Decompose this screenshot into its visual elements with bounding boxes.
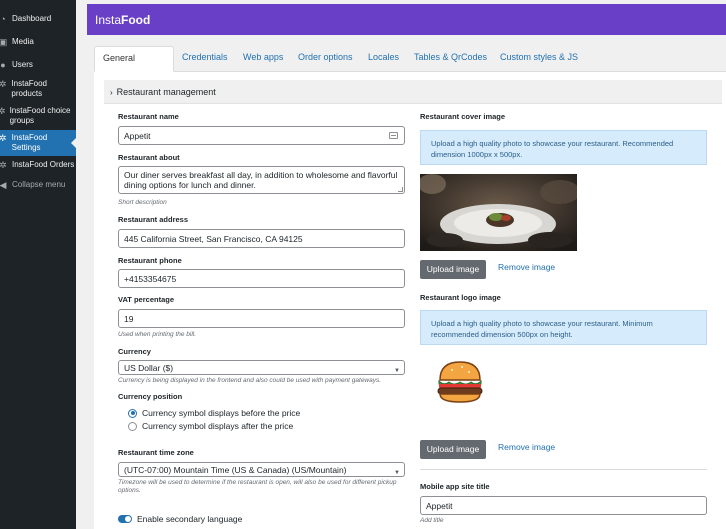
timezone-value: (UTC-07:00) Mountain Time (US & Canada) … [124,465,347,475]
restaurant-phone-label: Restaurant phone [118,256,182,265]
timezone-help: Timezone will be used to determine if th… [118,479,397,494]
restaurant-about-value: Our diner serves breakfast all day, in a… [124,170,398,190]
currency-select[interactable]: US Dollar ($) ▼ [118,360,405,375]
collapse-icon: ◀ [0,180,7,190]
currency-position-label: Currency position [118,392,183,401]
gear-icon: ✲ [0,160,7,170]
upload-logo-image-button[interactable]: Upload image [420,440,486,459]
chevron-right-icon: › [110,88,113,97]
brand-light: Insta [95,13,122,27]
sidebar-item-label: InstaFood Orders [12,160,75,169]
sidebar-item-label: Dashboard [12,14,52,23]
logo-image-preview [436,360,484,406]
tab-order-options[interactable]: Order options [290,46,361,72]
mobile-site-title-value: Appetit [426,501,453,511]
currency-position-after-option[interactable]: Currency symbol displays after the price [128,421,293,431]
dashboard-icon: ◔ [0,14,6,24]
restaurant-phone-input[interactable]: +4153354675 [118,269,405,288]
settings-tabs: General settings Credentials Web apps Or… [94,46,726,85]
currency-position-before-label: Currency symbol displays before the pric… [142,408,301,418]
gear-icon: ✲ [0,133,7,143]
mobile-site-title-help: Add title [420,517,444,524]
secondary-language-toggle[interactable] [118,515,132,523]
sidebar-item-instafood-settings[interactable]: ✲ InstaFood Settings [0,130,76,156]
upload-cover-image-button[interactable]: Upload image [420,260,486,279]
vat-percentage-input[interactable]: 19 [118,309,405,328]
restaurant-name-label: Restaurant name [118,112,179,121]
vat-percentage-label: VAT percentage [118,295,174,304]
collapse-menu-label: Collapse menu [12,180,66,189]
restaurant-plate-photo [420,174,577,251]
restaurant-address-value: 445 California Street, San Francisco, CA… [124,234,303,244]
sidebar-item-label: InstaFood products [11,79,47,98]
media-icon: ▣ [0,37,8,47]
restaurant-about-textarea[interactable]: Our diner serves breakfast all day, in a… [118,166,405,194]
logo-image-info: Upload a high quality photo to showcase … [420,310,707,345]
tab-web-apps[interactable]: Web apps [235,46,291,72]
tab-custom-styles-js[interactable]: Custom styles & JS [492,46,586,72]
sidebar-item-label: InstaFood choice groups [9,106,71,125]
remove-logo-image-link[interactable]: Remove image [498,442,555,452]
sidebar-item-users[interactable]: ● Users [0,60,76,72]
chevron-down-icon: ▼ [394,368,400,374]
restaurant-address-label: Restaurant address [118,215,189,224]
sidebar-item-dashboard[interactable]: ◔ Dashboard [0,14,76,26]
sidebar-item-label: InstaFood Settings [11,133,48,152]
users-icon: ● [0,60,6,70]
divider [420,469,707,470]
collapse-menu-button[interactable]: ◀ Collapse menu [0,180,76,192]
restaurant-name-input[interactable]: Appetit [118,126,405,145]
currency-label: Currency [118,347,151,356]
restaurant-about-label: Restaurant about [118,153,180,162]
contact-card-icon [389,132,398,139]
restaurant-address-input[interactable]: 445 California Street, San Francisco, CA… [118,229,405,248]
cover-image-label: Restaurant cover image [420,112,506,121]
resize-handle[interactable] [398,187,403,192]
section-restaurant-management[interactable]: › Restaurant management [104,80,722,104]
vat-percentage-help: Used when printing the bill. [118,331,197,338]
sidebar-item-instafood-products[interactable]: ✲ InstaFood products [0,79,76,101]
logo-image-label: Restaurant logo image [420,293,501,302]
sidebar-item-instafood-choice-groups[interactable]: ✲ InstaFood choice groups [0,106,76,128]
restaurant-about-help: Short description [118,199,167,206]
gear-icon: ✲ [0,106,6,116]
currency-position-after-label: Currency symbol displays after the price [142,421,294,431]
currency-position-before-option[interactable]: Currency symbol displays before the pric… [128,408,300,418]
timezone-select[interactable]: (UTC-07:00) Mountain Time (US & Canada) … [118,462,405,477]
restaurant-phone-value: +4153354675 [124,274,177,284]
sidebar-item-label: Media [12,37,34,46]
tab-general-settings[interactable]: General settings [94,46,174,85]
sidebar-item-label: Users [12,60,33,69]
radio-button-unchecked[interactable] [128,421,137,431]
tab-locales[interactable]: Locales [360,46,407,72]
admin-sidebar: ◔ Dashboard ▣ Media ● Users ✲ InstaFood … [0,0,76,529]
gear-icon: ✲ [0,79,7,89]
sidebar-item-media[interactable]: ▣ Media [0,37,76,49]
section-title: Restaurant management [116,87,216,97]
secondary-language-label: Enable secondary language [137,514,243,524]
burger-icon [437,361,483,403]
currency-help: Currency is being displayed in the front… [118,377,382,384]
cover-image-info: Upload a high quality photo to showcase … [420,130,707,165]
chevron-down-icon: ▼ [394,470,400,476]
tab-tables-qrcodes[interactable]: Tables & QrCodes [406,46,495,72]
mobile-site-title-label: Mobile app site title [420,482,490,491]
radio-button-checked[interactable] [128,408,137,418]
mobile-site-title-input[interactable]: Appetit [420,496,707,515]
brand-bold: Food [121,13,151,27]
tab-credentials[interactable]: Credentials [174,46,236,72]
vat-percentage-value: 19 [124,314,134,324]
sidebar-item-instafood-orders[interactable]: ✲ InstaFood Orders [0,160,76,172]
currency-value: US Dollar ($) [124,363,174,373]
cover-image-preview [420,174,577,251]
remove-cover-image-link[interactable]: Remove image [498,262,555,272]
restaurant-name-value: Appetit [124,131,151,141]
timezone-label: Restaurant time zone [118,448,194,457]
app-header: InstaFood [87,4,726,35]
